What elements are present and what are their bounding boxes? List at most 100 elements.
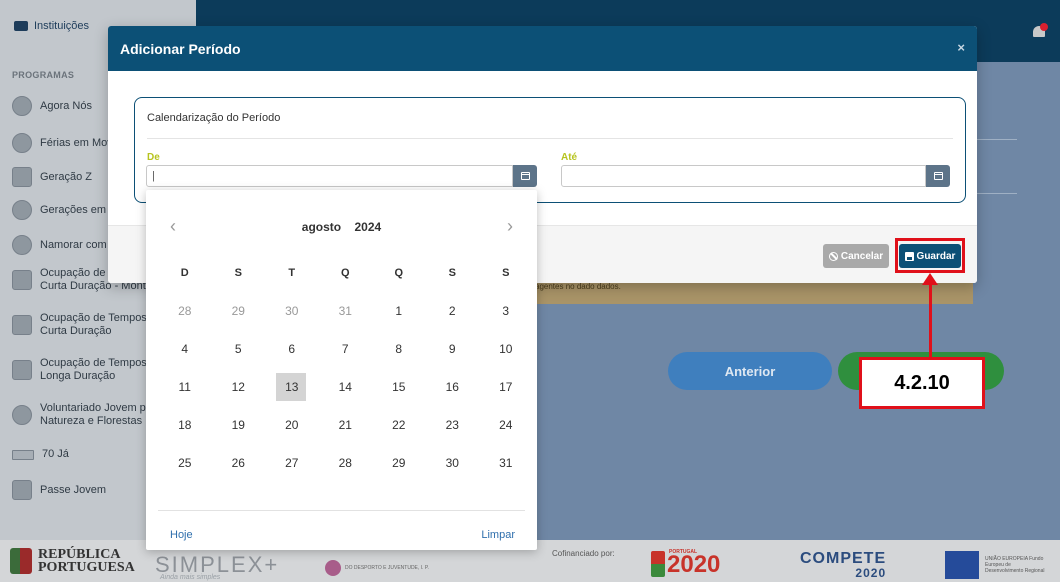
day-cell[interactable]: 28	[158, 292, 212, 330]
weekday-label: S	[502, 267, 510, 279]
day-cell[interactable]: 1	[372, 292, 426, 330]
day-cell[interactable]: 15	[372, 368, 426, 406]
day-cell[interactable]: 31	[479, 444, 533, 482]
otl-logo-icon	[12, 270, 32, 290]
datepicker-year[interactable]: 2024	[354, 220, 381, 234]
sidebar-item-label: Geração Z	[40, 170, 92, 183]
day-number: 28	[178, 304, 192, 318]
day-cell[interactable]: 7	[319, 330, 373, 368]
day-cell[interactable]: 14	[319, 368, 373, 406]
day-number: 11	[178, 380, 191, 394]
day-number: 9	[448, 342, 456, 356]
day-number: 13	[285, 380, 299, 394]
day-number: 28	[338, 456, 352, 470]
compete-text: COMPETE	[800, 550, 887, 567]
eu-text: UNIÃO EUROPEIA Fundo Europeu de Desenvol…	[985, 556, 1045, 574]
day-cell[interactable]: 26	[212, 444, 266, 482]
week-row: 11 12 13 14 15 16 17	[158, 368, 533, 406]
from-date-input[interactable]: |	[146, 165, 513, 187]
day-number: 7	[341, 342, 349, 356]
day-number: 31	[338, 304, 352, 318]
day-cell[interactable]: 29	[212, 292, 266, 330]
divider	[158, 510, 525, 511]
sidebar-item-agora-nos[interactable]: Agora Nós	[12, 96, 92, 116]
day-cell-today[interactable]: 13	[265, 368, 319, 406]
day-number: 29	[231, 304, 245, 318]
today-button[interactable]: Hoje	[170, 529, 193, 541]
cancel-button[interactable]: Cancelar	[823, 244, 889, 268]
program-logo-icon	[12, 96, 32, 116]
previous-button[interactable]: Anterior	[668, 352, 832, 390]
to-date-input[interactable]	[561, 165, 926, 187]
day-cell[interactable]: 2	[426, 292, 480, 330]
weekday-label: T	[288, 267, 296, 279]
warning-text: agentes no dado dados.	[535, 282, 621, 291]
sidebar-item-label-wrap: Voluntariado Jovem p Natureza e Florestas	[40, 402, 146, 428]
sidebar-item-passe-jovem[interactable]: Passe Jovem	[12, 480, 106, 500]
datepicker-month[interactable]: agosto	[302, 220, 341, 234]
day-cell[interactable]: 27	[265, 444, 319, 482]
day-cell[interactable]: 3	[479, 292, 533, 330]
day-cell[interactable]: 25	[158, 444, 212, 482]
sidebar-item-70ja[interactable]: 70 Já	[12, 448, 69, 461]
day-number: 29	[392, 456, 406, 470]
day-number: 25	[178, 456, 192, 470]
calendar-icon	[520, 172, 530, 180]
day-cell[interactable]: 17	[479, 368, 533, 406]
day-cell[interactable]: 22	[372, 406, 426, 444]
program-logo-icon	[12, 235, 32, 255]
sidebar-item-label: Agora Nós	[40, 99, 92, 112]
day-cell[interactable]: 16	[426, 368, 480, 406]
otl-logo-icon	[12, 315, 32, 335]
sidebar-item-instituicoes[interactable]: Instituições	[14, 20, 89, 32]
day-number: 5	[234, 342, 242, 356]
day-cell[interactable]: 30	[426, 444, 480, 482]
day-cell[interactable]: 10	[479, 330, 533, 368]
notification-badge	[1040, 23, 1048, 31]
day-cell[interactable]: 18	[158, 406, 212, 444]
day-number: 14	[338, 380, 352, 394]
to-calendar-button[interactable]	[926, 165, 950, 187]
day-cell[interactable]: 12	[212, 368, 266, 406]
day-cell[interactable]: 6	[265, 330, 319, 368]
day-cell[interactable]: 23	[426, 406, 480, 444]
from-calendar-button[interactable]	[513, 165, 537, 187]
day-cell[interactable]: 19	[212, 406, 266, 444]
close-icon[interactable]: ×	[957, 40, 965, 55]
sidebar-item-otl-longa[interactable]: Ocupação de Tempos Longa Duração	[12, 357, 147, 383]
weekday-header: DSTQQSS	[158, 254, 533, 292]
day-cell[interactable]: 20	[265, 406, 319, 444]
day-cell[interactable]: 5	[212, 330, 266, 368]
day-cell[interactable]: 4	[158, 330, 212, 368]
day-cell[interactable]: 9	[426, 330, 480, 368]
day-cell[interactable]: 11	[158, 368, 212, 406]
day-number: 3	[502, 304, 510, 318]
day-cell[interactable]: 29	[372, 444, 426, 482]
day-cell[interactable]: 31	[319, 292, 373, 330]
notification-bell-icon[interactable]	[1032, 23, 1048, 38]
modal-header: Adicionar Período ×	[108, 26, 977, 71]
week-row: 25 26 27 28 29 30 31	[158, 444, 533, 482]
sidebar-item-geracoes[interactable]: Gerações em Re	[12, 200, 123, 220]
day-cell[interactable]: 30	[265, 292, 319, 330]
weekday-label: Q	[340, 267, 350, 279]
day-cell[interactable]: 28	[319, 444, 373, 482]
day-number: 30	[285, 304, 299, 318]
ban-icon	[828, 251, 838, 261]
weekday-label: S	[448, 267, 456, 279]
day-number: 27	[285, 456, 299, 470]
sidebar-item-sublabel: Curta Duração	[40, 325, 112, 337]
cofinanciado-label: Cofinanciado por:	[552, 549, 615, 558]
day-cell[interactable]: 21	[319, 406, 373, 444]
day-cell[interactable]: 8	[372, 330, 426, 368]
compete-logo: COMPETE 2020	[800, 550, 887, 581]
day-cell[interactable]: 24	[479, 406, 533, 444]
sidebar-item-label: Voluntariado Jovem p	[40, 402, 146, 414]
clear-button[interactable]: Limpar	[481, 529, 515, 541]
day-number: 23	[445, 418, 459, 432]
sidebar-item-voluntariado[interactable]: Voluntariado Jovem p Natureza e Florestas	[12, 402, 146, 428]
sidebar-item-namorar[interactable]: Namorar com Fa	[12, 235, 123, 255]
sidebar-item-geracao-z[interactable]: Geração Z	[12, 167, 92, 187]
sidebar-item-otl-curta[interactable]: Ocupação de Tempos Curta Duração	[12, 312, 147, 338]
portugal2020-small: PORTUGAL	[669, 549, 698, 555]
